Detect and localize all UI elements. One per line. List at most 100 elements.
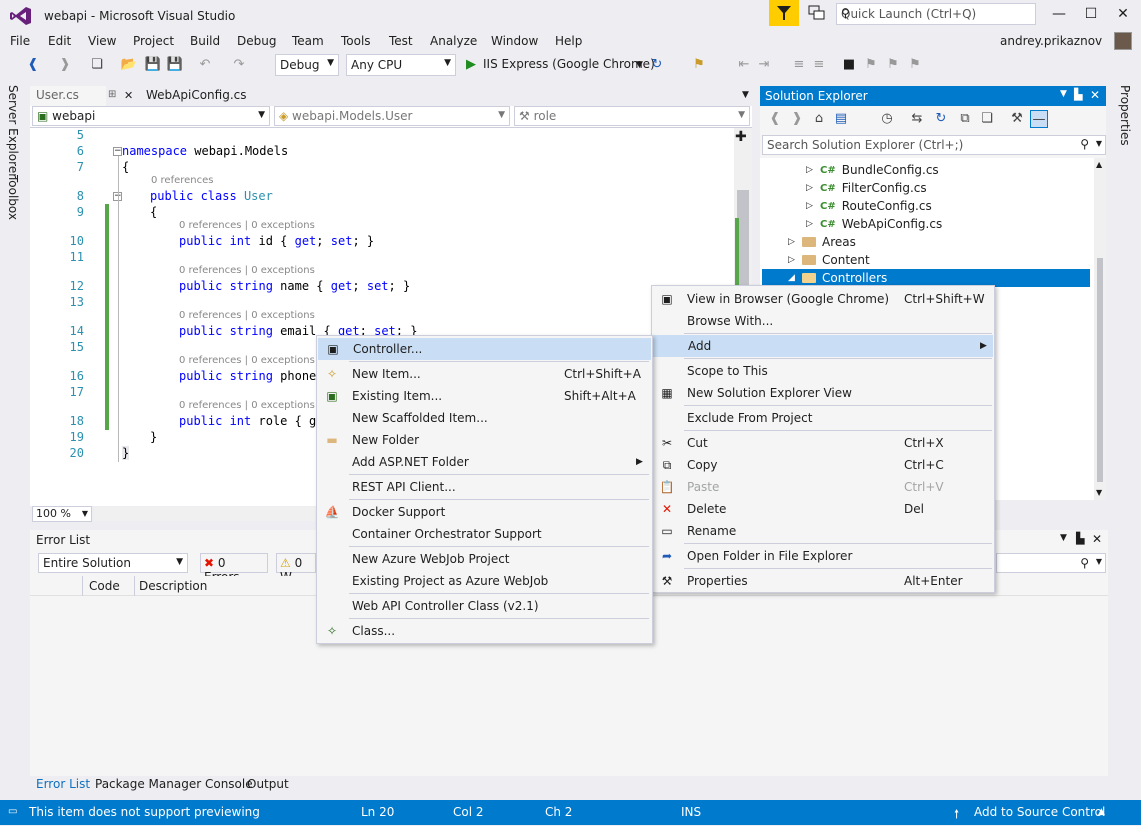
menu-item-web-api-controller[interactable]: Web API Controller Class (v2.1) <box>318 595 651 617</box>
chevron-down-icon[interactable]: ▼ <box>1060 89 1067 99</box>
menu-build[interactable]: Build <box>190 34 220 48</box>
expand-icon[interactable]: ▷ <box>806 219 820 229</box>
chevron-up-icon[interactable]: ▲ <box>1098 807 1105 817</box>
scroll-up-icon[interactable]: ▲ <box>1096 160 1102 169</box>
menu-item-add-aspnet-folder[interactable]: Add ASP.NET Folder ▶ <box>318 451 651 473</box>
bookmark-icon[interactable]: ■ <box>840 56 858 74</box>
error-search-input[interactable]: ⚲ ▼ <box>996 553 1106 573</box>
menu-item-paste[interactable]: 📋 Paste Ctrl+V <box>653 476 993 498</box>
menu-window[interactable]: Window <box>491 34 538 48</box>
menu-view[interactable]: View <box>88 34 116 48</box>
collapse-icon[interactable]: − <box>113 147 122 156</box>
menu-item-properties[interactable]: ⚒ Properties Alt+Enter <box>653 570 993 592</box>
close-icon[interactable]: ✕ <box>1092 532 1102 546</box>
menu-file[interactable]: File <box>10 34 30 48</box>
codelens[interactable]: 0 references <box>151 175 214 186</box>
codelens[interactable]: 0 references | 0 exceptions <box>179 400 315 411</box>
next-bookmark-icon[interactable]: ⚑ <box>884 56 902 74</box>
expand-icon[interactable]: ▷ <box>806 201 820 211</box>
split-editor-icon[interactable]: ✚ <box>735 129 747 145</box>
tree-scrollbar[interactable]: ▲ ▼ <box>1094 158 1106 500</box>
menu-test[interactable]: Test <box>389 34 413 48</box>
menu-edit[interactable]: Edit <box>48 34 71 48</box>
tree-item[interactable]: ▷ C# WebApiConfig.cs <box>806 215 942 233</box>
minimize-button[interactable]: — <box>1044 6 1074 26</box>
tree-item[interactable]: ▷ C# BundleConfig.cs <box>806 161 939 179</box>
menu-item-view-in-browser[interactable]: ▣ View in Browser (Google Chrome) Ctrl+Shi… <box>653 288 993 310</box>
tree-item[interactable]: ▷ C# RouteConfig.cs <box>806 197 932 215</box>
tree-item[interactable]: ▷ C# FilterConfig.cs <box>806 179 927 197</box>
menu-debug[interactable]: Debug <box>237 34 276 48</box>
close-button[interactable]: ✕ <box>1108 6 1138 26</box>
close-tab-icon[interactable]: ✕ <box>124 89 133 102</box>
error-scope-select[interactable]: Entire Solution ▼ <box>38 553 188 573</box>
menu-item-browse-with[interactable]: Browse With... <box>653 310 993 332</box>
forward-icon[interactable]: ❱ <box>788 110 806 128</box>
errors-filter-button[interactable]: ✖ 0 Errors <box>200 553 268 584</box>
menu-item-new-scaffolded-item[interactable]: New Scaffolded Item... <box>318 407 651 429</box>
menu-item-copy[interactable]: ⧉ Copy Ctrl+C <box>653 454 993 476</box>
menu-item-scope-to-this[interactable]: Scope to This <box>653 360 993 382</box>
expand-icon[interactable]: ▷ <box>788 237 802 247</box>
menu-item-existing-item[interactable]: ▣ Existing Item... Shift+Alt+A <box>318 385 651 407</box>
tab-output[interactable]: Output <box>247 777 289 791</box>
tab-webapiconfig-cs[interactable]: WebApiConfig.cs <box>140 86 260 106</box>
tree-item[interactable]: ▷ Content <box>788 251 870 269</box>
project-select[interactable]: ▣ webapi ▼ <box>32 106 270 126</box>
pending-changes-icon[interactable]: ◷ <box>878 110 896 128</box>
tab-package-manager-console[interactable]: Package Manager Console <box>95 777 253 791</box>
menu-item-new-folder[interactable]: ▬ New Folder <box>318 429 651 451</box>
solution-search-input[interactable]: Search Solution Explorer (Ctrl+;) ⚲ ▼ <box>762 135 1106 155</box>
menu-item-add[interactable]: Add ▶ <box>653 335 993 357</box>
save-icon[interactable]: 💾 <box>144 56 162 74</box>
tab-user-cs[interactable]: User.cs <box>30 86 106 106</box>
scrollbar-thumb[interactable] <box>1097 258 1103 482</box>
solution-configuration-select[interactable]: Debug ▼ <box>275 54 339 76</box>
type-select[interactable]: ◈ webapi.Models.User ▼ <box>274 106 510 126</box>
maximize-button[interactable]: ☐ <box>1076 6 1106 26</box>
collapse-icon[interactable]: ◢ <box>788 273 802 283</box>
chevron-down-icon[interactable]: ▼ <box>636 60 643 70</box>
member-select[interactable]: ⚒ role ▼ <box>514 106 750 126</box>
outdent-icon[interactable]: ⇤ <box>735 56 753 74</box>
avatar[interactable] <box>1114 32 1132 50</box>
forward-icon[interactable]: ❱ <box>56 56 74 74</box>
menu-item-class[interactable]: ✧ Class... <box>318 620 651 642</box>
pin-icon[interactable]: ▙ <box>1074 88 1082 101</box>
codelens[interactable]: 0 references | 0 exceptions <box>179 310 315 321</box>
properties-tab[interactable]: Properties <box>1118 85 1132 146</box>
switch-views-icon[interactable]: ▤ <box>832 110 850 128</box>
home-icon[interactable]: ⌂ <box>810 110 828 128</box>
menu-item-existing-project-webjob[interactable]: Existing Project as Azure WebJob <box>318 570 651 592</box>
menu-item-controller[interactable]: ▣ Controller... <box>318 338 651 360</box>
expand-icon[interactable]: ▷ <box>788 255 802 265</box>
menu-item-new-solution-explorer-view[interactable]: ▦ New Solution Explorer View <box>653 382 993 404</box>
new-project-icon[interactable]: ❏ <box>88 56 106 74</box>
pin-icon[interactable]: ⊞ <box>108 89 116 100</box>
clear-bookmarks-icon[interactable]: ⚑ <box>906 56 924 74</box>
find-icon[interactable]: ⚑ <box>690 56 708 74</box>
expand-icon[interactable]: ▷ <box>806 165 820 175</box>
menu-item-rest-api-client[interactable]: REST API Client... <box>318 476 651 498</box>
open-file-icon[interactable]: 📂 <box>120 56 138 74</box>
refresh-icon[interactable]: ↻ <box>648 56 666 74</box>
uncomment-icon[interactable]: ≡ <box>810 56 828 74</box>
menu-item-rename[interactable]: ▭ Rename <box>653 520 993 542</box>
back-icon[interactable]: ❰ <box>766 110 784 128</box>
codelens[interactable]: 0 references | 0 exceptions <box>179 355 315 366</box>
comment-icon[interactable]: ≡ <box>790 56 808 74</box>
menu-item-new-azure-webjob[interactable]: New Azure WebJob Project <box>318 548 651 570</box>
collapse-all-icon[interactable]: ⧉ <box>956 110 974 128</box>
wrench-icon[interactable]: ⚒ <box>1008 110 1026 128</box>
zoom-select[interactable]: 100 % ▼ <box>32 506 92 522</box>
menu-item-docker-support[interactable]: ⛵ Docker Support <box>318 501 651 523</box>
back-icon[interactable]: ❰ <box>24 56 42 74</box>
indent-icon[interactable]: ⇥ <box>755 56 773 74</box>
codelens[interactable]: 0 references | 0 exceptions <box>179 265 315 276</box>
sync-icon[interactable]: ⇆ <box>908 110 926 128</box>
warnings-filter-button[interactable]: ⚠ 0 W <box>276 553 316 584</box>
menu-project[interactable]: Project <box>133 34 174 48</box>
menu-item-new-item[interactable]: ✧ New Item... Ctrl+Shift+A <box>318 363 651 385</box>
chevron-down-icon[interactable]: ▼ <box>1060 533 1067 543</box>
notification-filter-icon[interactable] <box>769 0 799 26</box>
